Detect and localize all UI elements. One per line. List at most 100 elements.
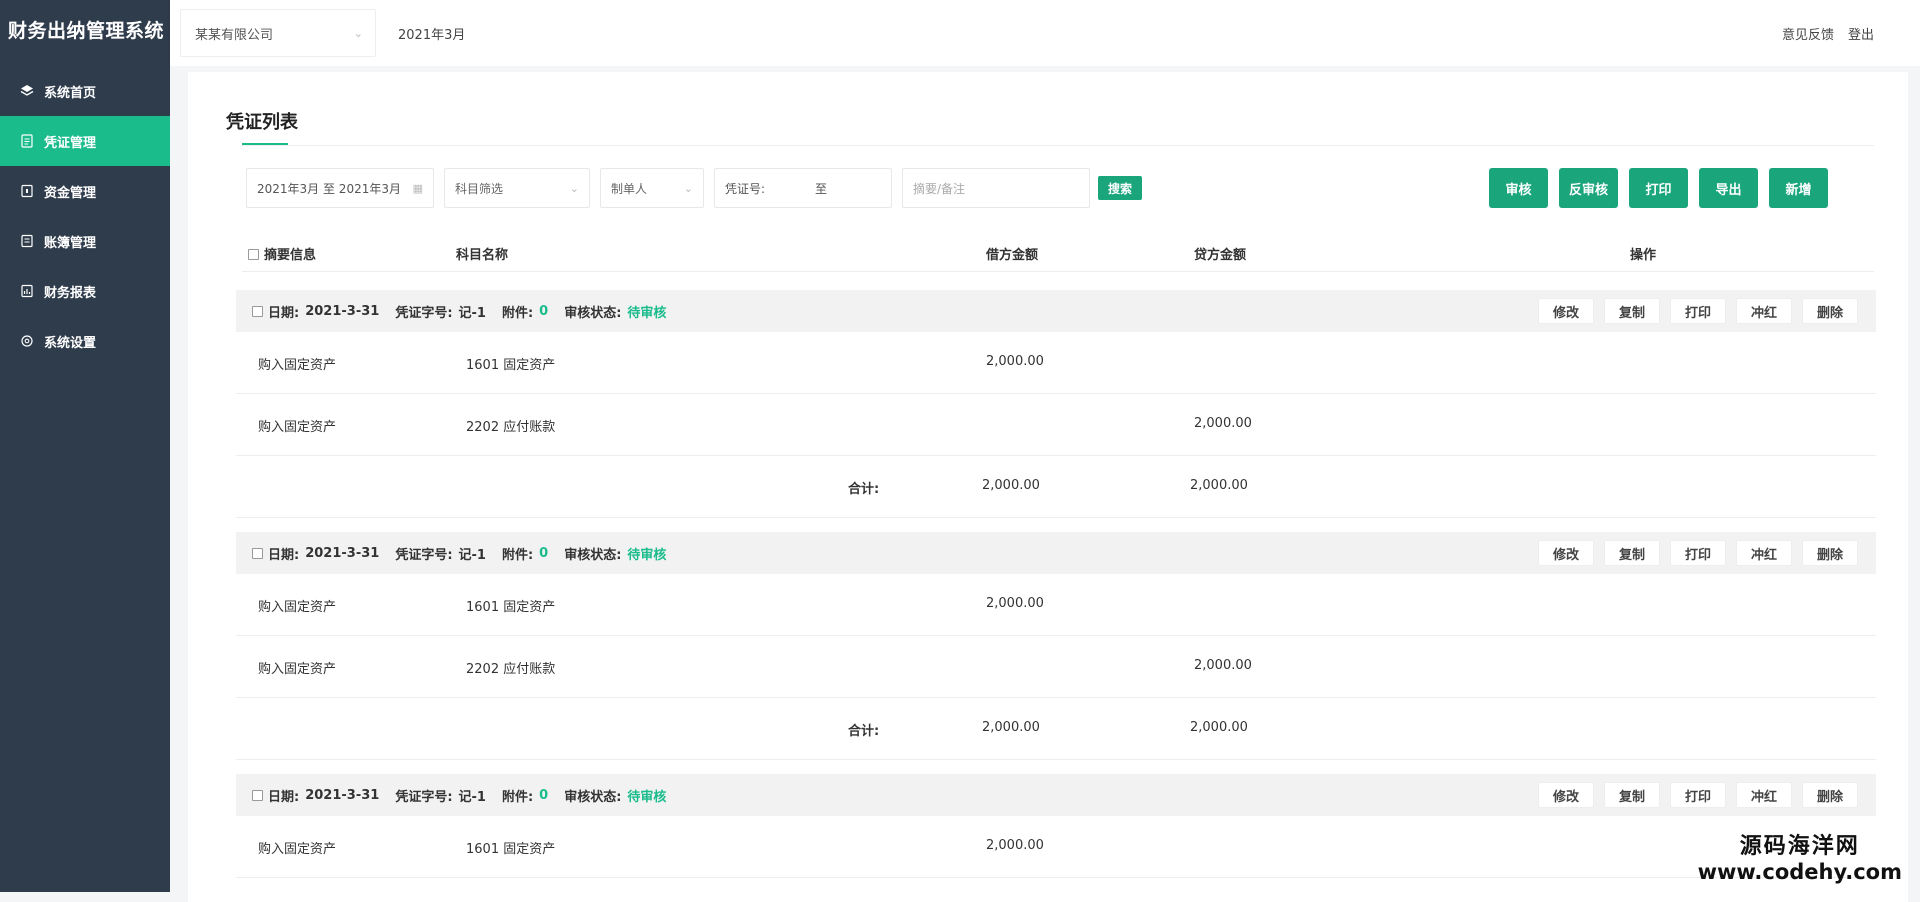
date-label: 日期: xyxy=(268,302,299,321)
print-row-button[interactable]: 打印 xyxy=(1670,782,1726,808)
sidebar-item-ledgers[interactable]: 账簿管理 xyxy=(0,216,170,266)
delete-button[interactable]: 删除 xyxy=(1802,782,1858,808)
voucher-group: 日期: 2021-3-31 凭证字号: 记-1 附件: 0 审核状态: 待审核 … xyxy=(236,532,1876,760)
copy-button[interactable]: 复制 xyxy=(1604,540,1660,566)
voucher-no-to: 至 xyxy=(815,180,827,197)
report-icon xyxy=(20,284,34,298)
row-subject: 1601 固定资产 xyxy=(466,354,555,373)
date-range-picker[interactable]: 2021年3月 至 2021年3月 ▦ xyxy=(246,168,434,208)
gear-icon xyxy=(20,334,34,348)
copy-button[interactable]: 复制 xyxy=(1604,298,1660,324)
memo-search-placeholder: 摘要/备注 xyxy=(913,180,965,197)
row-subject: 2202 应付账款 xyxy=(466,658,555,677)
date-range-value: 2021年3月 至 2021年3月 xyxy=(257,180,401,197)
company-select-value: 某某有限公司 xyxy=(195,24,273,43)
export-button[interactable]: 导出 xyxy=(1699,168,1758,208)
edit-button[interactable]: 修改 xyxy=(1538,782,1594,808)
voucher-no-label: 凭证字号: xyxy=(395,786,452,805)
top-header: 某某有限公司 ⌄ 2021年3月 意见反馈 登出 xyxy=(170,0,1920,66)
col-summary: 摘要信息 xyxy=(264,248,316,263)
row-subject: 1601 固定资产 xyxy=(466,838,555,857)
reverse-button[interactable]: 冲红 xyxy=(1736,782,1792,808)
col-subject: 科目名称 xyxy=(456,244,508,263)
voucher-checkbox[interactable] xyxy=(252,790,263,801)
sidebar-item-vouchers[interactable]: 凭证管理 xyxy=(0,116,170,166)
voucher-no: 记-1 xyxy=(459,786,486,805)
voucher-no-label: 凭证号: xyxy=(725,180,765,197)
voucher-no: 记-1 xyxy=(459,302,486,321)
subject-filter-select[interactable]: 科目筛选 ⌄ xyxy=(444,168,590,208)
chevron-down-icon: ⌄ xyxy=(684,182,693,195)
voucher-checkbox[interactable] xyxy=(252,306,263,317)
row-summary: 购入固定资产 xyxy=(258,658,336,677)
app-title: 财务出纳管理系统 xyxy=(0,0,170,66)
total-debit: 2,000.00 xyxy=(982,478,1040,493)
total-credit: 2,000.00 xyxy=(1190,720,1248,735)
print-button[interactable]: 打印 xyxy=(1629,168,1688,208)
attachments-label: 附件: xyxy=(502,302,533,321)
row-summary: 购入固定资产 xyxy=(258,416,336,435)
watermark-line1: 源码海洋网 xyxy=(1698,828,1902,860)
table-row: 购入固定资产 1601 固定资产 2,000.00 xyxy=(236,574,1876,636)
ledger-icon xyxy=(20,234,34,248)
chevron-down-icon: ⌄ xyxy=(354,27,363,40)
copy-button[interactable]: 复制 xyxy=(1604,782,1660,808)
print-row-button[interactable]: 打印 xyxy=(1670,298,1726,324)
voucher-no: 记-1 xyxy=(459,544,486,563)
edit-button[interactable]: 修改 xyxy=(1538,298,1594,324)
status-badge: 待审核 xyxy=(627,786,666,805)
voucher-header: 日期: 2021-3-31 凭证字号: 记-1 附件: 0 审核状态: 待审核 … xyxy=(236,532,1876,574)
table-row: 购入固定资产 2202 应付账款 2,000.00 xyxy=(236,636,1876,698)
table-row: 购入固定资产 2202 应付账款 2,000.00 xyxy=(236,394,1876,456)
voucher-date: 2021-3-31 xyxy=(305,546,379,561)
approve-button[interactable]: 审核 xyxy=(1489,168,1548,208)
delete-button[interactable]: 删除 xyxy=(1802,540,1858,566)
voucher-date: 2021-3-31 xyxy=(305,304,379,319)
voucher-header: 日期: 2021-3-31 凭证字号: 记-1 附件: 0 审核状态: 待审核 … xyxy=(236,774,1876,816)
voucher-no-label: 凭证字号: xyxy=(395,544,452,563)
attachments-count: 0 xyxy=(539,304,548,319)
delete-button[interactable]: 删除 xyxy=(1802,298,1858,324)
attachments-label: 附件: xyxy=(502,544,533,563)
row-operations: 修改 复制 打印 冲红 删除 xyxy=(1538,782,1858,808)
sidebar-item-label: 财务报表 xyxy=(44,282,96,301)
row-credit: 2,000.00 xyxy=(1194,658,1252,673)
select-all[interactable]: 摘要信息 xyxy=(248,244,316,263)
reverse-button[interactable]: 冲红 xyxy=(1736,298,1792,324)
voucher-group: 日期: 2021-3-31 凭证字号: 记-1 附件: 0 审核状态: 待审核 … xyxy=(236,290,1876,518)
col-operation: 操作 xyxy=(1630,244,1656,263)
voucher-list: 2021年3月 至 2021年3月 ▦ 科目筛选 ⌄ 制单人 ⌄ 凭证号: 至 … xyxy=(188,72,1908,892)
logout-link[interactable]: 登出 xyxy=(1848,24,1874,43)
calendar-icon: ▦ xyxy=(413,182,423,195)
sidebar-item-reports[interactable]: 财务报表 xyxy=(0,266,170,316)
wallet-icon xyxy=(20,184,34,198)
row-operations: 修改 复制 打印 冲红 删除 xyxy=(1538,540,1858,566)
memo-search-input[interactable]: 摘要/备注 xyxy=(902,168,1090,208)
col-debit: 借方金额 xyxy=(986,244,1038,263)
voucher-no-range[interactable]: 凭证号: 至 xyxy=(714,168,892,208)
voucher-group: 日期: 2021-3-31 凭证字号: 记-1 附件: 0 审核状态: 待审核 … xyxy=(236,774,1876,878)
add-button[interactable]: 新增 xyxy=(1769,168,1828,208)
voucher-checkbox[interactable] xyxy=(252,548,263,559)
feedback-link[interactable]: 意见反馈 xyxy=(1782,24,1834,43)
sidebar-item-settings[interactable]: 系统设置 xyxy=(0,316,170,366)
total-debit: 2,000.00 xyxy=(982,720,1040,735)
reverse-button[interactable]: 冲红 xyxy=(1736,540,1792,566)
total-label: 合计: xyxy=(848,720,879,739)
table-row: 购入固定资产 1601 固定资产 2,000.00 xyxy=(236,332,1876,394)
company-select[interactable]: 某某有限公司 ⌄ xyxy=(180,9,376,57)
row-summary: 购入固定资产 xyxy=(258,596,336,615)
edit-button[interactable]: 修改 xyxy=(1538,540,1594,566)
search-button[interactable]: 搜索 xyxy=(1098,176,1142,200)
watermark-line2: www.codehy.com xyxy=(1698,860,1902,884)
chevron-down-icon: ⌄ xyxy=(570,182,579,195)
select-all-checkbox[interactable] xyxy=(248,249,259,260)
total-row: 合计: 2,000.00 2,000.00 xyxy=(236,698,1876,760)
sidebar-item-home[interactable]: 系统首页 xyxy=(0,66,170,116)
sidebar-item-label: 系统首页 xyxy=(44,82,96,101)
unapprove-button[interactable]: 反审核 xyxy=(1559,168,1618,208)
total-label: 合计: xyxy=(848,478,879,497)
sidebar-item-funds[interactable]: 资金管理 xyxy=(0,166,170,216)
maker-filter-select[interactable]: 制单人 ⌄ xyxy=(600,168,704,208)
print-row-button[interactable]: 打印 xyxy=(1670,540,1726,566)
